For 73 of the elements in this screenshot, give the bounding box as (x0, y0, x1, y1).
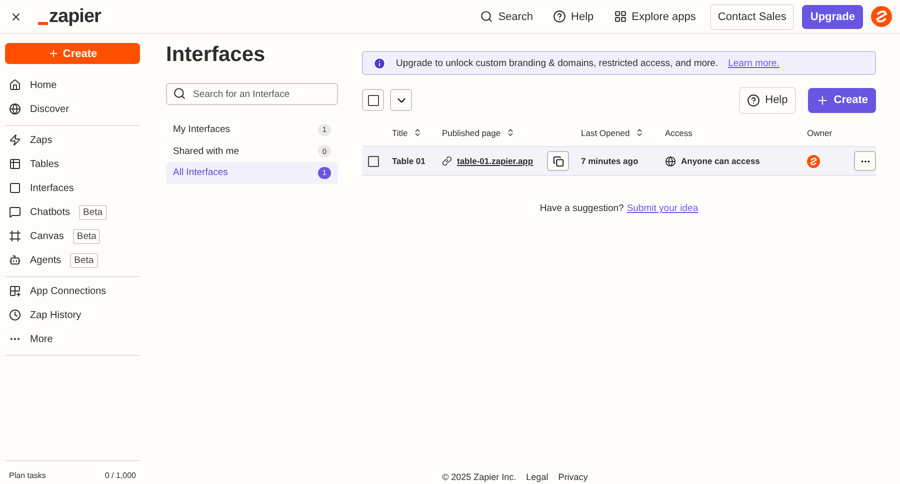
row-checkbox[interactable] (368, 156, 379, 166)
create-interface-button[interactable]: Create (808, 88, 876, 112)
column-header[interactable]: Title (392, 128, 442, 138)
upgrade-button[interactable]: Upgrade (802, 4, 863, 28)
table-cell: Table 01 (392, 156, 426, 166)
square-icon (9, 182, 21, 194)
table-icon (9, 158, 21, 170)
contact-sales-button[interactable]: Contact Sales (710, 4, 794, 30)
dropdown-button[interactable] (390, 89, 412, 111)
sidebar-item[interactable]: Discover (5, 97, 140, 121)
table-cell: 7 minutes ago (581, 156, 638, 166)
column-header[interactable]: Published page (442, 128, 547, 138)
sidebar-item[interactable]: App Connections (5, 279, 140, 303)
robot-icon (9, 254, 21, 266)
clock-icon (9, 309, 21, 321)
house-icon (9, 79, 21, 91)
column-header[interactable]: Last Opened (581, 128, 665, 138)
copy-icon (552, 156, 564, 166)
grid-icon (614, 10, 627, 23)
grid-plus-icon (9, 285, 21, 297)
sidebar-item[interactable]: Canvas Beta (5, 224, 140, 248)
copy-button[interactable] (547, 151, 569, 171)
footer-link[interactable]: Privacy (558, 472, 588, 482)
help-button[interactable]: Help (547, 6, 600, 27)
search-field[interactable]: Search for an Interface (166, 83, 338, 105)
plan-label: Plan tasks (9, 471, 46, 480)
search-icon (480, 10, 494, 23)
owner-avatar (807, 154, 820, 168)
table-cell: Anyone can access (681, 156, 760, 166)
search-button[interactable]: Search (474, 6, 540, 27)
plus-icon (816, 94, 829, 106)
plan-usage: 0 / 1,000 (104, 471, 136, 480)
page-title: Interfaces (166, 43, 266, 67)
sidebar-item[interactable]: More (5, 327, 140, 351)
copyright-text: © 2025 Zapier Inc. (442, 472, 516, 482)
info-icon (373, 56, 386, 70)
beta-tag: Beta (72, 228, 100, 244)
banner-text: Upgrade to unlock custom branding & domains, restricted access, and more. (396, 58, 718, 68)
beta-tag: Beta (79, 204, 107, 220)
search-icon (173, 87, 186, 100)
column-header: Owner (807, 128, 834, 138)
sidebar-item[interactable]: Agents Beta (5, 248, 140, 272)
apps-button[interactable]: Explore apps (608, 6, 702, 27)
sort-icon (412, 128, 422, 137)
sort-icon (634, 128, 644, 137)
zapier-logo[interactable]: zapier (38, 6, 466, 28)
close-icon[interactable] (10, 10, 22, 22)
help-button[interactable]: Help (739, 86, 796, 114)
select-all-checkbox[interactable] (368, 94, 378, 106)
sidebar-item[interactable]: Zaps (5, 128, 140, 152)
sidebar-item[interactable]: Chatbots Beta (5, 200, 140, 224)
frame-icon (9, 230, 21, 242)
suggestion-text: Have a suggestion? (540, 203, 624, 214)
sidebar-item[interactable]: Tables (5, 152, 140, 176)
column-header: Access (665, 128, 694, 138)
globe-icon (665, 156, 676, 166)
link-icon (442, 156, 452, 166)
sidebar-item[interactable]: Interfaces (5, 176, 140, 200)
plus-icon (48, 48, 59, 59)
beta-tag: Beta (70, 252, 98, 268)
sort-icon (506, 128, 515, 137)
published-link[interactable]: table-01.zapier.app (457, 156, 534, 166)
globe-icon (9, 103, 21, 115)
account-avatar (871, 6, 892, 27)
help-icon (553, 10, 566, 23)
submit-idea-link[interactable]: Submit your idea (626, 203, 698, 214)
help-icon (747, 94, 760, 106)
sidebar-item[interactable]: Zap History (5, 303, 140, 327)
lightning-icon (9, 134, 21, 146)
sidebar-item[interactable]: Home (5, 73, 140, 97)
footer-link[interactable]: Legal (526, 472, 548, 482)
learn-more-link[interactable]: Learn more. (728, 58, 780, 68)
chat-icon (9, 206, 21, 218)
